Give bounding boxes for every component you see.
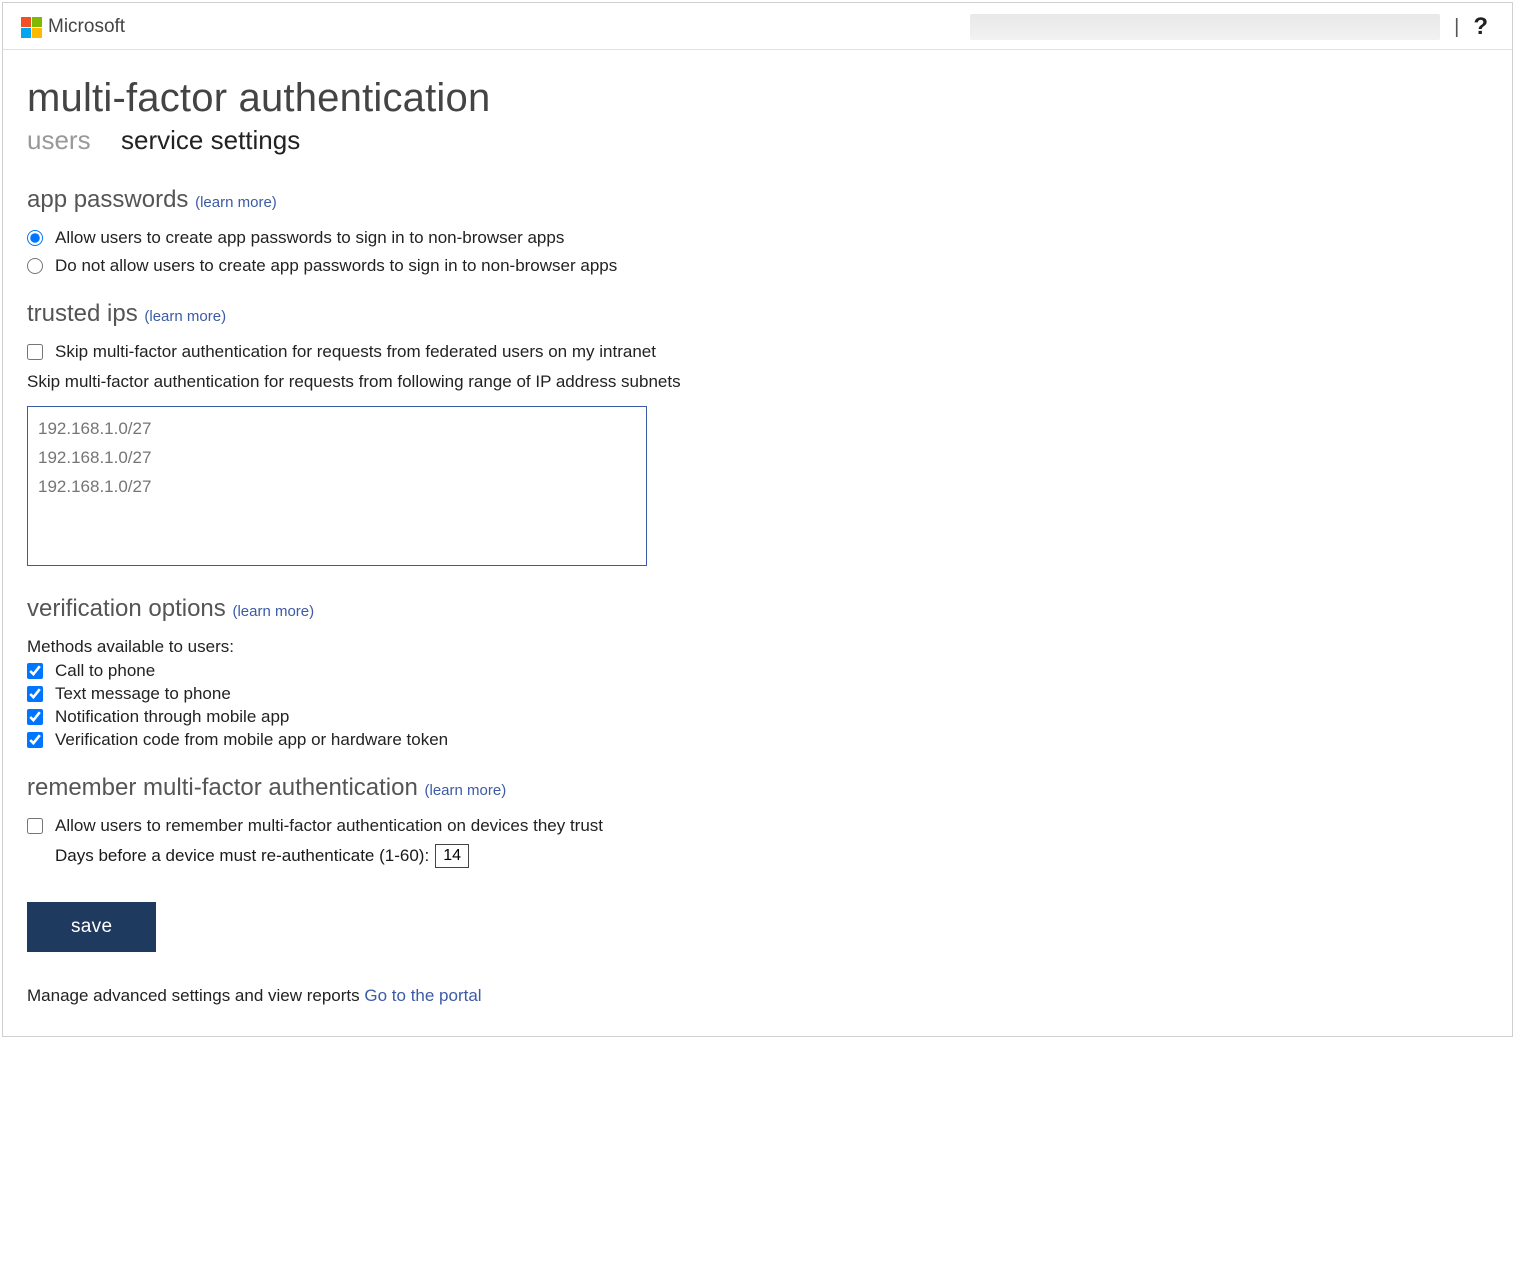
- checkbox-method-text[interactable]: Text message to phone: [27, 684, 1488, 704]
- checkbox-method-call-input[interactable]: [27, 663, 43, 679]
- learn-more-remember-mfa[interactable]: (learn more): [425, 782, 507, 799]
- microsoft-icon: [21, 17, 42, 38]
- checkbox-method-text-input[interactable]: [27, 686, 43, 702]
- radio-allow-app-passwords[interactable]: Allow users to create app passwords to s…: [27, 228, 1488, 248]
- brand-text: Microsoft: [48, 16, 125, 38]
- checkbox-skip-federated[interactable]: Skip multi-factor authentication for req…: [27, 342, 1488, 362]
- checkbox-method-notification-label: Notification through mobile app: [55, 707, 289, 727]
- checkbox-remember-mfa-label: Allow users to remember multi-factor aut…: [55, 816, 603, 836]
- tab-users[interactable]: users: [27, 125, 91, 156]
- section-title-text: remember multi-factor authentication: [27, 774, 418, 801]
- checkbox-remember-mfa-input[interactable]: [27, 818, 43, 834]
- tabs: users service settings: [27, 125, 1488, 156]
- section-app-passwords: app passwords (learn more): [27, 186, 1488, 214]
- days-row: Days before a device must re-authenticat…: [55, 844, 1488, 868]
- tab-service-settings[interactable]: service settings: [121, 125, 300, 156]
- learn-more-verification[interactable]: (learn more): [232, 603, 314, 620]
- checkbox-method-text-label: Text message to phone: [55, 684, 231, 704]
- checkbox-method-call-label: Call to phone: [55, 661, 155, 681]
- checkbox-method-notification-input[interactable]: [27, 709, 43, 725]
- radio-deny-label: Do not allow users to create app passwor…: [55, 256, 617, 276]
- days-input[interactable]: [435, 844, 469, 868]
- ip-range-textarea[interactable]: [27, 406, 647, 566]
- checkbox-skip-federated-input[interactable]: [27, 344, 43, 360]
- section-title-text: trusted ips: [27, 300, 138, 327]
- section-remember-mfa: remember multi-factor authentication (le…: [27, 774, 1488, 802]
- checkbox-method-code[interactable]: Verification code from mobile app or har…: [27, 730, 1488, 750]
- methods-available-label: Methods available to users:: [27, 637, 1488, 657]
- footer-portal-link[interactable]: Go to the portal: [364, 986, 481, 1005]
- radio-deny-app-passwords[interactable]: Do not allow users to create app passwor…: [27, 256, 1488, 276]
- radio-deny-input[interactable]: [27, 258, 43, 274]
- section-trusted-ips: trusted ips (learn more): [27, 300, 1488, 328]
- help-icon[interactable]: ?: [1473, 13, 1494, 41]
- days-label: Days before a device must re-authenticat…: [55, 846, 429, 866]
- learn-more-app-passwords[interactable]: (learn more): [195, 194, 277, 211]
- save-button[interactable]: save: [27, 902, 156, 952]
- checkbox-remember-mfa[interactable]: Allow users to remember multi-factor aut…: [27, 816, 1488, 836]
- footer-text: Manage advanced settings and view report…: [27, 986, 360, 1005]
- topbar: Microsoft | ?: [3, 3, 1512, 50]
- topbar-separator: |: [1454, 16, 1459, 39]
- radio-allow-label: Allow users to create app passwords to s…: [55, 228, 564, 248]
- checkbox-method-notification[interactable]: Notification through mobile app: [27, 707, 1488, 727]
- checkbox-method-call[interactable]: Call to phone: [27, 661, 1488, 681]
- radio-allow-input[interactable]: [27, 230, 43, 246]
- ip-range-label: Skip multi-factor authentication for req…: [27, 372, 1488, 392]
- footer: Manage advanced settings and view report…: [27, 986, 1488, 1006]
- checkbox-skip-federated-label: Skip multi-factor authentication for req…: [55, 342, 656, 362]
- section-verification-options: verification options (learn more): [27, 595, 1488, 623]
- section-title-text: app passwords: [27, 186, 188, 213]
- brand-logo: Microsoft: [21, 16, 125, 38]
- account-area-redacted: [970, 14, 1440, 40]
- checkbox-method-code-input[interactable]: [27, 732, 43, 748]
- learn-more-trusted-ips[interactable]: (learn more): [144, 308, 226, 325]
- section-title-text: verification options: [27, 595, 226, 622]
- page-title: multi-factor authentication: [27, 76, 1488, 121]
- checkbox-method-code-label: Verification code from mobile app or har…: [55, 730, 448, 750]
